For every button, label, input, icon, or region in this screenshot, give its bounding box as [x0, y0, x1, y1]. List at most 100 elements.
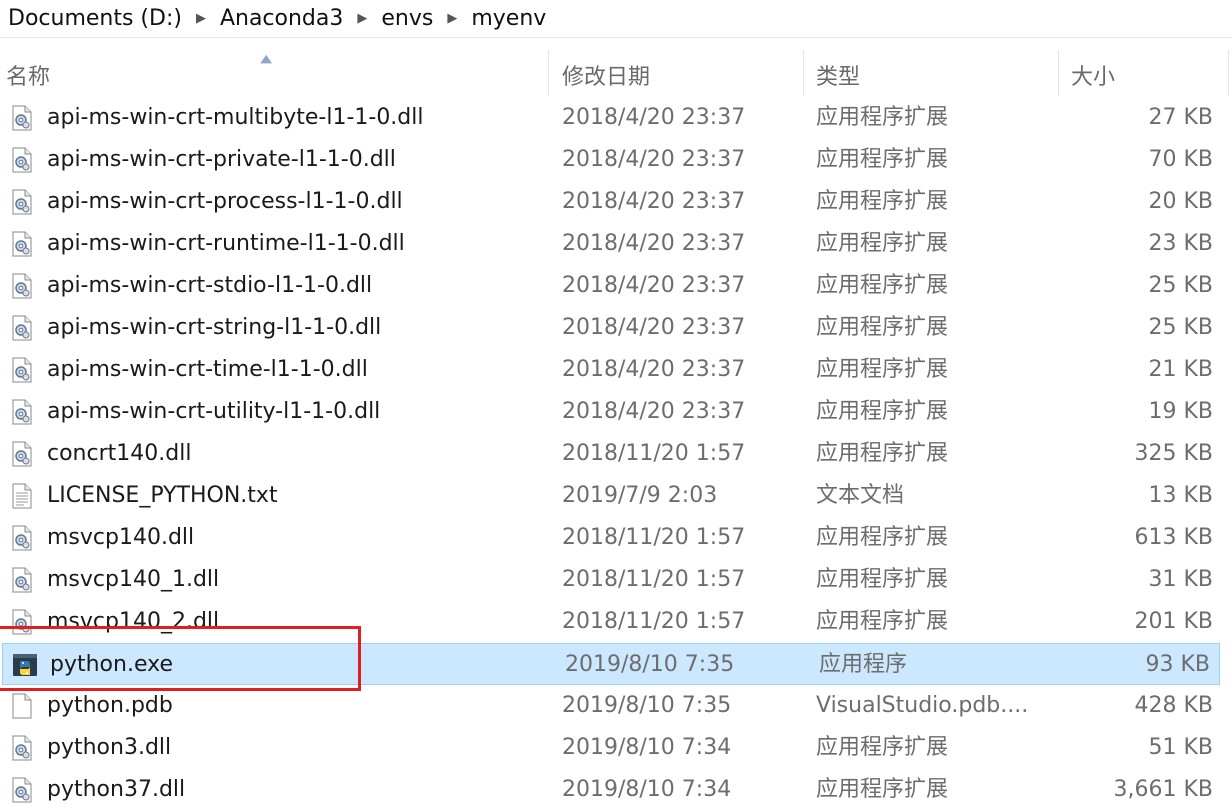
breadcrumb-envs[interactable]: envs	[381, 6, 433, 31]
file-name: api-ms-win-crt-utility-l1-1-0.dll	[47, 399, 381, 424]
column-divider[interactable]	[548, 50, 549, 96]
file-row[interactable]: api-ms-win-crt-process-l1-1-0.dll 2018/4/…	[0, 181, 1222, 223]
file-name: python.pdb	[47, 693, 173, 718]
file-row[interactable]: api-ms-win-crt-stdio-l1-1-0.dll 2018/4/20…	[0, 265, 1222, 307]
file-row[interactable]: concrt140.dll 2018/11/20 1:57 应用程序扩展 325 KB	[0, 433, 1222, 475]
dll-icon	[10, 399, 34, 425]
file-modified-date: 2019/8/10 7:35	[565, 652, 735, 677]
file-type: 应用程序扩展	[816, 315, 949, 340]
dll-icon	[10, 735, 34, 761]
dll-icon	[10, 777, 34, 803]
file-modified-date: 2018/4/20 23:37	[562, 147, 746, 172]
chevron-right-icon[interactable]: ▶	[447, 11, 457, 26]
file-type: 应用程序扩展	[816, 273, 949, 298]
file-row[interactable]: api-ms-win-crt-multibyte-l1-1-0.dll 2018/…	[0, 97, 1222, 139]
file-modified-date: 2018/4/20 23:37	[562, 105, 746, 130]
file-size: 20 KB	[1148, 189, 1213, 214]
file-type: 应用程序扩展	[816, 147, 949, 172]
file-modified-date: 2018/11/20 1:57	[562, 609, 746, 634]
file-name: api-ms-win-crt-process-l1-1-0.dll	[47, 189, 403, 214]
breadcrumb-anaconda3[interactable]: Anaconda3	[220, 6, 343, 31]
column-divider[interactable]	[803, 50, 804, 96]
file-size: 93 KB	[1145, 652, 1210, 677]
dll-icon	[10, 315, 34, 341]
file-type: VisualStudio.pdb....	[816, 693, 1029, 718]
file-modified-date: 2018/4/20 23:37	[562, 189, 746, 214]
file-modified-date: 2019/8/10 7:35	[562, 693, 732, 718]
blank-file-icon	[10, 693, 34, 719]
file-type: 文本文档	[816, 483, 905, 508]
file-row[interactable]: python37.dll 2019/8/10 7:34 应用程序扩展 3,661 KB	[0, 769, 1222, 811]
dll-icon	[10, 231, 34, 257]
file-size: 201 KB	[1134, 609, 1213, 634]
file-modified-date: 2018/4/20 23:37	[562, 231, 746, 256]
file-row[interactable]: api-ms-win-crt-utility-l1-1-0.dll 2018/4/…	[0, 391, 1222, 433]
file-row[interactable]: api-ms-win-crt-runtime-l1-1-0.dll 2018/4/…	[0, 223, 1222, 265]
file-row[interactable]: msvcp140_2.dll 2018/11/20 1:57 应用程序扩展 201 K…	[0, 601, 1222, 643]
file-type: 应用程序扩展	[816, 105, 949, 130]
chevron-right-icon[interactable]: ▶	[196, 11, 206, 26]
dll-icon	[10, 105, 34, 131]
column-header-type[interactable]: 类型	[816, 50, 860, 96]
file-size: 19 KB	[1148, 399, 1213, 424]
file-type: 应用程序扩展	[816, 189, 949, 214]
column-header-date[interactable]: 修改日期	[562, 50, 650, 96]
file-modified-date: 2018/11/20 1:57	[562, 441, 746, 466]
file-modified-date: 2018/4/20 23:37	[562, 399, 746, 424]
file-size: 325 KB	[1134, 441, 1213, 466]
file-size: 21 KB	[1148, 357, 1213, 382]
column-header-name[interactable]: 名称	[6, 50, 50, 96]
file-type: 应用程序扩展	[816, 735, 949, 760]
file-type: 应用程序扩展	[816, 525, 949, 550]
file-name: api-ms-win-crt-runtime-l1-1-0.dll	[47, 231, 405, 256]
column-divider[interactable]	[1228, 50, 1229, 96]
column-header-size[interactable]: 大小	[1071, 50, 1115, 96]
file-row[interactable]: msvcp140_1.dll 2018/11/20 1:57 应用程序扩展 31 KB	[0, 559, 1222, 601]
dll-icon	[10, 525, 34, 551]
file-row[interactable]: python3.dll 2019/8/10 7:34 应用程序扩展 51 KB	[0, 727, 1222, 769]
column-divider[interactable]	[1058, 50, 1059, 96]
dll-icon	[10, 273, 34, 299]
text-file-icon	[10, 483, 34, 509]
file-modified-date: 2018/11/20 1:57	[562, 567, 746, 592]
chevron-right-icon[interactable]: ▶	[357, 11, 367, 26]
file-modified-date: 2018/4/20 23:37	[562, 357, 746, 382]
breadcrumb-documents[interactable]: Documents (D:)	[8, 6, 182, 31]
file-modified-date: 2019/8/10 7:34	[562, 735, 732, 760]
dll-icon	[10, 609, 34, 635]
file-size: 25 KB	[1148, 273, 1213, 298]
dll-icon	[10, 567, 34, 593]
file-size: 70 KB	[1148, 147, 1213, 172]
sort-ascending-icon: ▲	[260, 52, 273, 65]
file-modified-date: 2018/4/20 23:37	[562, 273, 746, 298]
file-row-selected[interactable]: python.exe 2019/8/10 7:35 应用程序 93 KB	[2, 643, 1220, 685]
file-row[interactable]: api-ms-win-crt-time-l1-1-0.dll 2018/4/20 …	[0, 349, 1222, 391]
file-size: 31 KB	[1148, 567, 1213, 592]
file-type: 应用程序扩展	[816, 441, 949, 466]
file-name: msvcp140.dll	[47, 525, 195, 550]
file-name: api-ms-win-crt-stdio-l1-1-0.dll	[47, 273, 373, 298]
file-row[interactable]: python.pdb 2019/8/10 7:35 VisualStudio.pdb…	[0, 685, 1222, 727]
file-type: 应用程序扩展	[816, 777, 949, 802]
file-row[interactable]: api-ms-win-crt-string-l1-1-0.dll 2018/4/2…	[0, 307, 1222, 349]
file-name: python.exe	[50, 652, 173, 677]
file-type: 应用程序扩展	[816, 399, 949, 424]
file-row[interactable]: msvcp140.dll 2018/11/20 1:57 应用程序扩展 613 KB	[0, 517, 1222, 559]
file-type: 应用程序扩展	[816, 567, 949, 592]
file-size: 13 KB	[1148, 483, 1213, 508]
dll-icon	[10, 357, 34, 383]
dll-icon	[10, 147, 34, 173]
breadcrumb-myenv[interactable]: myenv	[471, 6, 546, 31]
file-row[interactable]: LICENSE_PYTHON.txt 2019/7/9 2:03 文本文档 13 KB	[0, 475, 1222, 517]
file-row[interactable]: api-ms-win-crt-private-l1-1-0.dll 2018/4/…	[0, 139, 1222, 181]
file-name: api-ms-win-crt-time-l1-1-0.dll	[47, 357, 368, 382]
file-modified-date: 2018/11/20 1:57	[562, 525, 746, 550]
file-name: python37.dll	[47, 777, 186, 802]
file-size: 27 KB	[1148, 105, 1213, 130]
file-size: 25 KB	[1148, 315, 1213, 340]
file-name: python3.dll	[47, 735, 172, 760]
file-size: 51 KB	[1148, 735, 1213, 760]
file-type: 应用程序	[819, 652, 908, 677]
file-modified-date: 2019/8/10 7:34	[562, 777, 732, 802]
file-type: 应用程序扩展	[816, 609, 949, 634]
